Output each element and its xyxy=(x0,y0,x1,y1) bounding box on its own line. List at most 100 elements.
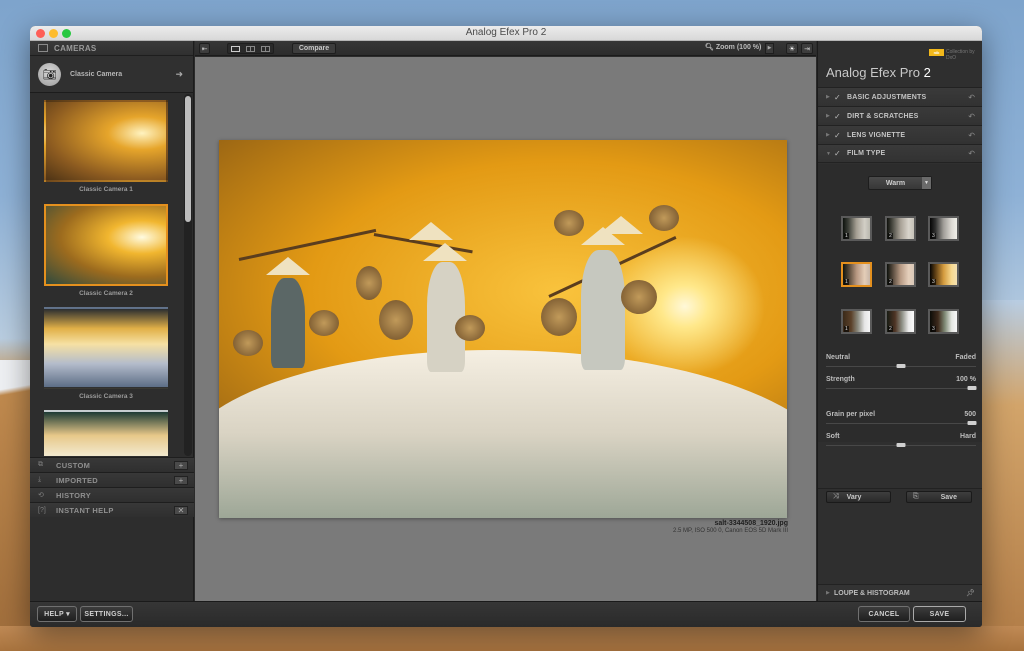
history-icon: ⟲ xyxy=(38,492,44,499)
hide-controls-button[interactable]: ⇥ xyxy=(801,43,813,54)
shuffle-icon: ⤨ xyxy=(833,493,839,500)
preset-thumbnail-image xyxy=(44,410,168,456)
background-brightness-button[interactable]: ☀ xyxy=(786,43,798,54)
custom-section[interactable]: ⧉ CUSTOM + xyxy=(30,457,194,472)
preview-toolbar: ⇤ Compare 🔍︎ Zoom (100 %) ▶ ☀ ⇥ xyxy=(195,41,816,56)
preset-thumbnail[interactable]: Classic Camera 4 xyxy=(44,410,168,456)
film-swatch[interactable]: 2 xyxy=(885,216,916,241)
film-swatch[interactable]: 1 xyxy=(841,309,872,334)
swatch-number: 3 xyxy=(931,326,936,332)
add-imported-button[interactable]: + xyxy=(174,475,188,485)
preset-thumbnail-image xyxy=(44,204,168,286)
reset-icon[interactable]: ↶ xyxy=(968,112,975,121)
film-preset-dropdown[interactable]: Warm ▼ xyxy=(868,176,932,190)
section-dirt-scratches[interactable]: ▶ ✓ DIRT & SCRATCHES ↶ xyxy=(818,106,982,125)
reset-icon[interactable]: ↶ xyxy=(968,93,975,102)
hide-browser-button[interactable]: ⇤ xyxy=(199,43,210,54)
slider-handle[interactable] xyxy=(967,386,976,390)
slider-track[interactable] xyxy=(826,364,976,368)
save-preset-button[interactable]: ⎘ Save xyxy=(906,491,972,503)
preset-thumbnail[interactable]: Classic Camera 3 xyxy=(44,307,168,400)
zoom-dropdown-arrow[interactable]: ▶ xyxy=(765,43,774,54)
imported-section[interactable]: ⤓ IMPORTED + xyxy=(30,472,194,487)
history-section[interactable]: ⟲ HISTORY xyxy=(30,487,194,502)
import-icon: ⤓ xyxy=(38,476,42,483)
grain-per-pixel-slider[interactable]: Grain per pixel 500 xyxy=(826,411,976,425)
cancel-button[interactable]: CANCEL xyxy=(858,606,910,622)
swatch-number: 1 xyxy=(844,326,849,332)
swatch-number: 2 xyxy=(888,279,893,285)
image-info: 2.5 MP, ISO 500 0, Canon EOS 5D Mark III xyxy=(673,528,788,534)
expand-arrow-icon[interactable]: ▶ xyxy=(826,590,834,596)
slider-right-label: Hard xyxy=(960,433,976,440)
settings-button[interactable]: SETTINGS... xyxy=(80,606,133,622)
slider-handle[interactable] xyxy=(967,421,976,425)
basket xyxy=(233,330,263,356)
slider-handle[interactable] xyxy=(896,443,906,447)
add-custom-button[interactable]: + xyxy=(174,460,188,470)
section-lens-vignette[interactable]: ▶ ✓ LENS VIGNETTE ↶ xyxy=(818,125,982,144)
camera-selector[interactable]: 📷︎ Classic Camera ➜ xyxy=(30,56,193,93)
slider-track[interactable] xyxy=(826,386,976,390)
split-view-button[interactable] xyxy=(246,45,255,52)
save-button[interactable]: SAVE xyxy=(913,606,966,622)
instant-help-label: INSTANT HELP xyxy=(56,505,114,515)
slider-track[interactable] xyxy=(826,421,976,425)
thumbnail-scrollbar[interactable] xyxy=(184,94,192,456)
conical-hat xyxy=(599,216,643,234)
zoom-control[interactable]: 🔍︎ Zoom (100 %) xyxy=(705,43,761,51)
enable-checkbox[interactable]: ✓ xyxy=(834,131,842,140)
section-basic-adjustments[interactable]: ▶ ✓ BASIC ADJUSTMENTS ↶ xyxy=(818,87,982,106)
conical-hat xyxy=(409,222,453,240)
compare-button[interactable]: Compare xyxy=(292,43,336,54)
save-preset-icon: ⎘ xyxy=(913,493,919,500)
pin-icon[interactable]: 📌︎ xyxy=(966,589,975,597)
app-version: 2 xyxy=(923,65,931,80)
image-preview-area[interactable]: salt-3344508_1920.jpg 2.5 MP, ISO 500 0,… xyxy=(195,57,816,601)
collapse-arrow-icon[interactable]: ▼ xyxy=(826,151,834,157)
expand-arrow-icon[interactable]: ▶ xyxy=(826,132,834,138)
enable-checkbox[interactable]: ✓ xyxy=(834,149,842,158)
swatch-number: 1 xyxy=(844,279,849,285)
nik-logo: nik xyxy=(929,49,944,56)
soft-hard-slider[interactable]: Soft Hard xyxy=(826,433,976,447)
film-swatch[interactable]: 3 xyxy=(928,262,959,287)
close-help-button[interactable]: ✕ xyxy=(174,505,188,515)
film-swatch[interactable]: 2 xyxy=(885,262,916,287)
section-loupe-histogram[interactable]: ▶ LOUPE & HISTOGRAM 📌︎ xyxy=(818,584,982,601)
section-film-type[interactable]: ▼ ✓ FILM TYPE ↶ xyxy=(818,144,982,163)
film-preset-value: Warm xyxy=(885,179,906,187)
expand-arrow-icon[interactable]: ▶ xyxy=(826,94,834,100)
preset-thumbnail-image xyxy=(44,307,168,389)
slider-left-label: Strength xyxy=(826,376,855,383)
film-swatch[interactable]: 3 xyxy=(928,216,959,241)
vary-button[interactable]: ⤨ Vary xyxy=(826,491,891,503)
preset-thumbnail[interactable]: Classic Camera 1 xyxy=(44,100,168,193)
neutral-faded-slider[interactable]: Neutral Faded xyxy=(826,354,976,368)
single-view-button[interactable] xyxy=(231,45,240,52)
preview-photo[interactable] xyxy=(219,140,787,518)
film-swatch[interactable]: 1 xyxy=(841,216,872,241)
preset-thumbnail-label: Classic Camera 3 xyxy=(79,393,133,400)
swatch-number: 3 xyxy=(931,279,936,285)
film-swatch-selected[interactable]: 1 xyxy=(841,262,872,287)
instant-help-section[interactable]: [?] INSTANT HELP ✕ xyxy=(30,502,194,517)
preset-thumbnail-selected[interactable]: Classic Camera 2 xyxy=(44,204,168,297)
strength-slider[interactable]: Strength 100 % xyxy=(826,376,976,390)
expand-arrow-icon[interactable]: ▶ xyxy=(826,113,834,119)
chevron-down-icon: ▼ xyxy=(922,177,931,189)
basket xyxy=(541,298,577,336)
slider-handle[interactable] xyxy=(896,364,906,368)
enable-checkbox[interactable]: ✓ xyxy=(834,112,842,121)
arrow-right-icon[interactable]: ➜ xyxy=(175,69,183,80)
side-by-side-button[interactable] xyxy=(261,45,270,52)
scrollbar-thumb[interactable] xyxy=(185,96,191,222)
reset-icon[interactable]: ↶ xyxy=(968,149,975,158)
film-swatch[interactable]: 2 xyxy=(885,309,916,334)
help-button[interactable]: HELP ▾ xyxy=(37,606,77,622)
reset-icon[interactable]: ↶ xyxy=(968,131,975,140)
slider-track[interactable] xyxy=(826,443,976,447)
film-swatch[interactable]: 3 xyxy=(928,309,959,334)
enable-checkbox[interactable]: ✓ xyxy=(834,93,842,102)
cameras-header[interactable]: CAMERAS xyxy=(30,41,193,56)
